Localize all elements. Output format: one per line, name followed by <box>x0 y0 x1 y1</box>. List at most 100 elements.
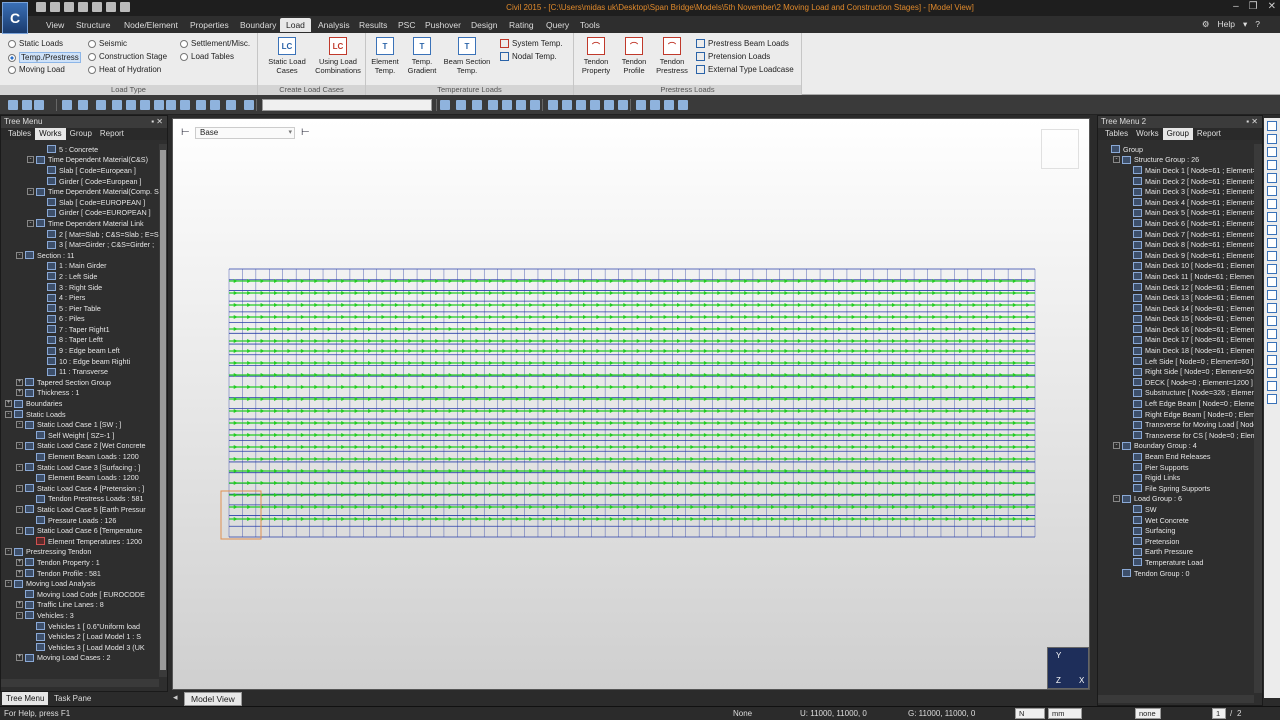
collapse-icon[interactable]: - <box>27 188 34 196</box>
tendon-profile-button[interactable]: ⌒ Tendon Profile <box>616 37 652 75</box>
toolbar-view-9-icon[interactable] <box>562 100 572 110</box>
collapse-icon[interactable]: - <box>16 442 23 450</box>
toolbar-view-14-icon[interactable] <box>636 100 646 110</box>
menu-query[interactable]: Query <box>540 18 575 32</box>
collapse-icon[interactable]: - <box>16 421 23 429</box>
tab-model-view[interactable]: Model View <box>184 692 242 706</box>
tree-item[interactable]: - Load Group : 6 <box>1098 494 1254 505</box>
tree-item[interactable]: 6 : Piles <box>1 314 159 325</box>
collapse-icon[interactable]: - <box>16 527 23 535</box>
tree-item[interactable]: Main Deck 16 [ Node=61 ; Element=6 <box>1098 324 1254 335</box>
tree-item[interactable]: Main Deck 4 [ Node=61 ; Element=60 <box>1098 197 1254 208</box>
radio-seismic[interactable]: Seismic <box>88 39 127 48</box>
save-as-icon[interactable] <box>78 2 88 12</box>
pin-close-icon[interactable]: ▪ ✕ <box>1246 116 1258 128</box>
tree-item[interactable]: 1 : Main Girder <box>1 261 159 272</box>
help-question-icon[interactable]: ? <box>1255 19 1260 30</box>
toolbar-view-15-icon[interactable] <box>650 100 660 110</box>
tree-item[interactable]: + Traffic Line Lanes : 8 <box>1 600 159 611</box>
tree-item[interactable]: Left Edge Beam [ Node=0 ; Element= <box>1098 398 1254 409</box>
tab-works[interactable]: Works <box>1132 128 1163 140</box>
toolbar-view-8-icon[interactable] <box>548 100 558 110</box>
tree-item[interactable]: Element Temperatures : 1200 <box>1 536 159 547</box>
menu-results[interactable]: Results <box>353 18 393 32</box>
expand-icon[interactable]: + <box>16 569 23 577</box>
collapse-icon[interactable]: - <box>16 463 23 471</box>
tree-item[interactable]: Main Deck 8 [ Node=61 ; Element=60 <box>1098 239 1254 250</box>
toolbar-tool-6-icon[interactable] <box>96 100 106 110</box>
tree-item[interactable]: Wet Concrete <box>1098 515 1254 526</box>
tree-item[interactable]: Slab [ Code=EUROPEAN ] <box>1 197 159 208</box>
nodal-temp-button[interactable]: Nodal Temp. <box>500 52 557 61</box>
external-type-loadcase-button[interactable]: External Type Loadcase <box>696 65 794 74</box>
tree-item[interactable]: Vehicles 3 [ Load Model 3 (UK <box>1 642 159 653</box>
side-tool-22-icon[interactable] <box>1267 394 1277 404</box>
menu-psc[interactable]: PSC <box>392 18 421 32</box>
side-tool-19-icon[interactable] <box>1267 355 1277 365</box>
tree-item[interactable]: Main Deck 2 [ Node=61 ; Element=60 <box>1098 176 1254 187</box>
tree-item[interactable]: Main Deck 1 [ Node=61 ; Element=60 <box>1098 165 1254 176</box>
radio-load-tables[interactable]: Load Tables <box>180 52 234 61</box>
toolbar-view-16-icon[interactable] <box>664 100 674 110</box>
tree-item[interactable]: DECK [ Node=0 ; Element=1200 ] <box>1098 377 1254 388</box>
tree-item[interactable]: 8 : Taper Leftt <box>1 335 159 346</box>
tab-report[interactable]: Report <box>1193 128 1225 140</box>
tree-item[interactable]: Main Deck 10 [ Node=61 ; Element=6 <box>1098 261 1254 272</box>
toolbar-tool-3-icon[interactable] <box>34 100 44 110</box>
toolbar-view-2-icon[interactable] <box>456 100 466 110</box>
menu-analysis[interactable]: Analysis <box>312 18 356 32</box>
side-tool-18-icon[interactable] <box>1267 342 1277 352</box>
tree-item[interactable]: Pressure Loads : 126 <box>1 515 159 526</box>
save-icon[interactable] <box>64 2 74 12</box>
collapse-icon[interactable]: - <box>1113 442 1120 450</box>
tree-item[interactable]: 5 : Pier Table <box>1 303 159 314</box>
toolbar-tool-8-icon[interactable] <box>126 100 136 110</box>
tree-item[interactable]: Tendon Group : 0 <box>1098 568 1254 579</box>
toolbar-tool-7-icon[interactable] <box>112 100 122 110</box>
filter-select[interactable]: none <box>1135 708 1161 719</box>
settings-gear-icon[interactable]: ⚙ <box>1202 19 1210 30</box>
tree-item[interactable]: - Prestressing Tendon <box>1 547 159 558</box>
toolbar-view-12-icon[interactable] <box>604 100 614 110</box>
tree-item[interactable]: 10 : Edge beam Righti <box>1 356 159 367</box>
side-tool-3-icon[interactable] <box>1267 147 1277 157</box>
tree-horizontal-scrollbar[interactable] <box>1 679 159 687</box>
collapse-icon[interactable]: - <box>16 611 23 619</box>
tree-item[interactable]: Beam End Releases <box>1098 451 1254 462</box>
tab-tables[interactable]: Tables <box>1101 128 1132 140</box>
toolbar-tool-13-icon[interactable] <box>196 100 206 110</box>
toolbar-view-17-icon[interactable] <box>678 100 688 110</box>
tree-item[interactable]: Main Deck 12 [ Node=61 ; Element=6 <box>1098 282 1254 293</box>
length-unit-select[interactable]: mm <box>1048 708 1082 719</box>
tree-item[interactable]: - Section : 11 <box>1 250 159 261</box>
side-tool-10-icon[interactable] <box>1267 238 1277 248</box>
collapse-icon[interactable]: - <box>27 219 34 227</box>
tree-item[interactable]: Right Side [ Node=0 ; Element=60 ] <box>1098 366 1254 377</box>
toolbar-tool-15-icon[interactable] <box>226 100 236 110</box>
tendon-prestress-button[interactable]: ⌒ Tendon Prestress <box>652 37 692 75</box>
toolbar-tool-16-icon[interactable] <box>244 100 254 110</box>
side-tool-6-icon[interactable] <box>1267 186 1277 196</box>
minimize-icon[interactable]: – <box>1233 1 1239 12</box>
tree-item[interactable]: Tendon Prestress Loads : 581 <box>1 494 159 505</box>
app-logo-icon[interactable]: C <box>2 2 28 34</box>
menu-load[interactable]: Load <box>280 18 311 32</box>
tree-item[interactable]: - Time Dependent Material Link <box>1 218 159 229</box>
tree-item[interactable]: - Static Load Case 2 [Wet Concrete <box>1 441 159 452</box>
toolbar-view-5-icon[interactable] <box>502 100 512 110</box>
temp-gradient-button[interactable]: T Temp. Gradient <box>404 37 440 75</box>
menu-boundary[interactable]: Boundary <box>234 18 282 32</box>
tree-item[interactable]: - Time Dependent Material(C&S) <box>1 155 159 166</box>
tree-item[interactable]: Substructure [ Node=326 ; Element=3 <box>1098 388 1254 399</box>
menu-structure[interactable]: Structure <box>70 18 117 32</box>
toolbar-tool-10-icon[interactable] <box>154 100 164 110</box>
toolbar-tool-2-icon[interactable] <box>22 100 32 110</box>
tree-item[interactable]: - Moving Load Analysis <box>1 578 159 589</box>
prestress-beam-loads-button[interactable]: Prestress Beam Loads <box>696 39 789 48</box>
tree-item[interactable]: - Static Load Case 4 [Pretension ; ] <box>1 483 159 494</box>
tree-vertical-scrollbar[interactable] <box>159 144 167 677</box>
toolbar-view-4-icon[interactable] <box>488 100 498 110</box>
side-tool-13-icon[interactable] <box>1267 277 1277 287</box>
restore-icon[interactable]: ❐ <box>1249 1 1258 12</box>
tree-item[interactable]: 7 : Taper Right1 <box>1 324 159 335</box>
